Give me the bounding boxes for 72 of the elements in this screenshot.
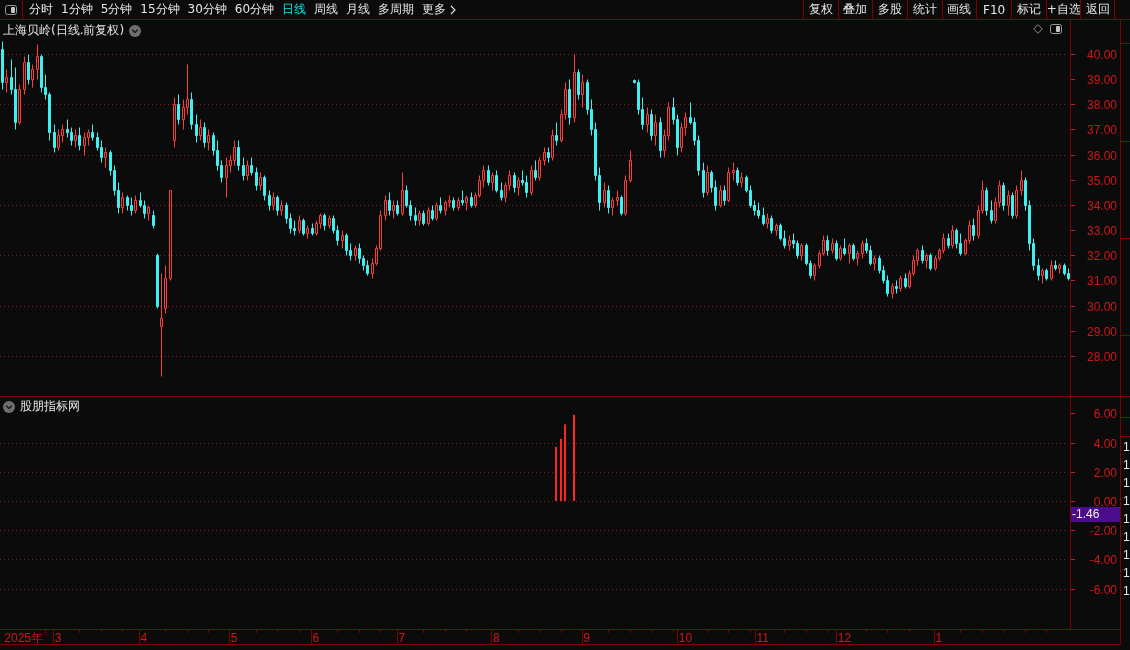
toolbar-button[interactable]: 统计 — [906, 0, 942, 19]
list-value: 1 — [1123, 529, 1130, 546]
axis-label: 10 — [678, 631, 693, 644]
axis-label: 30.00 — [1086, 300, 1117, 314]
period-tab[interactable]: 日线 — [278, 0, 311, 19]
period-tab[interactable]: 分时 — [25, 0, 57, 19]
axis-label: 29.00 — [1086, 325, 1117, 339]
toolbar-button[interactable]: 返回 — [1080, 0, 1115, 19]
diamond-icon[interactable] — [1033, 24, 1043, 34]
toolbar-button[interactable]: 画线 — [941, 0, 977, 19]
list-value: 1 — [1123, 583, 1130, 600]
axis-label: 31.00 — [1086, 274, 1117, 288]
period-tab[interactable]: 周线 — [310, 0, 343, 19]
axis-label: 2025年 — [4, 631, 43, 644]
toolbar-button[interactable]: 复权 — [802, 0, 838, 19]
axis-label: 0.00 — [1093, 495, 1117, 509]
period-tab[interactable]: 60分钟 — [230, 0, 279, 19]
chart-title: 上海贝岭(日线.前复权) — [3, 22, 125, 39]
indicator-bar — [555, 446, 557, 501]
panel-icon[interactable] — [5, 4, 17, 15]
axis-label: 39.00 — [1086, 73, 1117, 87]
axis-label: 9 — [583, 631, 590, 644]
axis-label: -4.00 — [1089, 553, 1117, 567]
panel-icon[interactable] — [1050, 24, 1062, 34]
axis-label: 6 — [312, 631, 320, 644]
axis-label: 28.00 — [1086, 350, 1117, 364]
dropdown-icon[interactable] — [3, 400, 15, 413]
more-button[interactable]: 更多 — [418, 0, 461, 19]
period-tab[interactable]: 30分钟 — [183, 0, 231, 19]
period-tab[interactable]: 多周期 — [374, 0, 419, 19]
axis-label: 12 — [837, 631, 852, 644]
axis-label: 11 — [756, 631, 769, 644]
axis-label: 37.00 — [1086, 123, 1117, 137]
period-tab[interactable]: 5分钟 — [96, 0, 137, 19]
dropdown-icon[interactable] — [129, 24, 142, 37]
axis-label: 40.00 — [1086, 48, 1117, 62]
axis-label: 5 — [230, 631, 238, 644]
axis-label: 35.00 — [1086, 174, 1117, 188]
axis-label: 1 — [935, 631, 943, 644]
axis-label: 6.00 — [1093, 407, 1117, 421]
axis-label: 7 — [398, 631, 406, 644]
toolbar-button[interactable]: 多股 — [872, 0, 907, 19]
axis-label: 32.00 — [1086, 249, 1117, 263]
axis-label: 38.00 — [1086, 98, 1117, 112]
list-value: 1 — [1123, 493, 1130, 510]
axis-label: 4 — [140, 631, 148, 644]
list-value: 1 — [1123, 457, 1130, 474]
axis-label: 2.00 — [1093, 466, 1117, 480]
axis-label: 4.00 — [1093, 437, 1117, 451]
list-value: 1 — [1123, 439, 1130, 456]
toolbar-button[interactable]: +自选 — [1045, 0, 1081, 19]
indicator-bar — [560, 438, 562, 501]
period-tab[interactable]: 15分钟 — [136, 0, 184, 19]
current-value-label: -1.46 — [1071, 507, 1120, 522]
period-tab[interactable]: 月线 — [342, 0, 375, 19]
list-value: 1 — [1123, 511, 1130, 528]
axis-label: 3 — [54, 631, 62, 644]
toolbar-button[interactable]: 叠加 — [837, 0, 873, 19]
list-value: 1 — [1123, 565, 1130, 582]
toolbar-button[interactable]: 标记 — [1010, 0, 1046, 19]
period-tab[interactable]: 1分钟 — [57, 0, 97, 19]
axis-label: 8 — [493, 631, 500, 644]
list-value: 1 — [1123, 475, 1130, 492]
toolbar-button[interactable]: F10 — [976, 0, 1011, 19]
axis-label: 34.00 — [1086, 199, 1117, 213]
chevron-right-icon — [450, 4, 457, 15]
axis-label: -2.00 — [1089, 524, 1117, 538]
indicator-title: 股朋指标网 — [20, 398, 80, 415]
axis-label: -6.00 — [1089, 583, 1117, 597]
axis-label: 33.00 — [1086, 224, 1117, 238]
axis-label: 36.00 — [1086, 149, 1117, 163]
list-value: 1 — [1123, 547, 1130, 564]
